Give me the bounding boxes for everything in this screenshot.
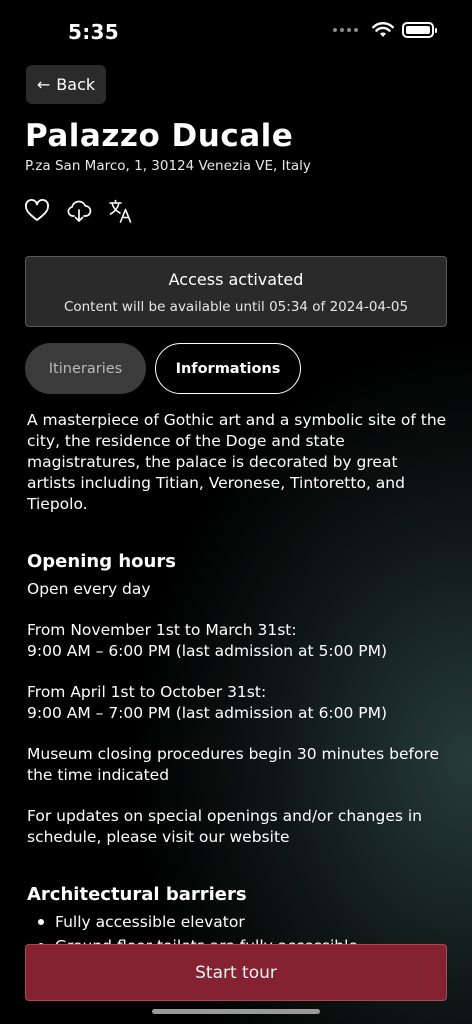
cloud-download-icon[interactable] bbox=[66, 198, 92, 224]
tab-itineraries[interactable]: Itineraries bbox=[25, 343, 146, 394]
heart-icon[interactable] bbox=[24, 198, 50, 224]
place-description: A masterpiece of Gothic art and a symbol… bbox=[27, 411, 447, 513]
tab-bar: Itineraries Informations bbox=[25, 343, 301, 394]
arrow-left-icon: ← bbox=[36, 75, 51, 94]
back-button-label: Back bbox=[56, 75, 96, 94]
translate-icon[interactable] bbox=[108, 198, 134, 224]
winter-period: From November 1st to March 31st: bbox=[27, 621, 297, 639]
open-every-day-text: Open every day bbox=[27, 580, 151, 598]
access-subtitle: Content will be available until 05:34 of… bbox=[63, 299, 409, 315]
summer-hours-block: From April 1st to October 31st: 9:00 AM … bbox=[27, 682, 447, 724]
access-status-box: Access activated Content will be availab… bbox=[25, 256, 447, 327]
wifi-icon bbox=[372, 22, 394, 37]
winter-hours: 9:00 AM – 6:00 PM (last admission at 5:0… bbox=[27, 642, 388, 660]
access-title: Access activated bbox=[168, 270, 304, 289]
summer-period: From April 1st to October 31st: bbox=[27, 683, 267, 701]
start-tour-button[interactable]: Start tour bbox=[25, 944, 447, 1001]
opening-hours-heading: Opening hours bbox=[27, 551, 176, 572]
back-button[interactable]: ← Back bbox=[26, 65, 106, 104]
home-indicator bbox=[152, 1009, 320, 1014]
place-title: Palazzo Ducale bbox=[25, 118, 294, 154]
summer-hours: 9:00 AM – 7:00 PM (last admission at 6:0… bbox=[27, 704, 388, 722]
battery-icon bbox=[402, 22, 437, 38]
info-content: A masterpiece of Gothic art and a symbol… bbox=[27, 410, 447, 958]
winter-hours-block: From November 1st to March 31st: 9:00 AM… bbox=[27, 620, 447, 662]
updates-note: For updates on special openings and/or c… bbox=[27, 807, 423, 846]
tab-informations[interactable]: Informations bbox=[155, 343, 301, 394]
action-icons bbox=[24, 198, 134, 224]
closing-procedures-note: Museum closing procedures begin 30 minut… bbox=[27, 745, 440, 784]
status-indicators bbox=[333, 22, 437, 38]
status-time: 5:35 bbox=[68, 20, 119, 44]
list-item: Fully accessible elevator bbox=[27, 910, 447, 934]
architectural-barriers-heading: Architectural barriers bbox=[27, 884, 247, 905]
signal-icon bbox=[333, 28, 358, 32]
status-bar: 5:35 bbox=[0, 0, 472, 64]
screen: 5:35 ← Back Palazzo Ducale P.za San Marc… bbox=[0, 0, 472, 1024]
place-address: P.za San Marco, 1, 30124 Venezia VE, Ita… bbox=[25, 158, 311, 174]
